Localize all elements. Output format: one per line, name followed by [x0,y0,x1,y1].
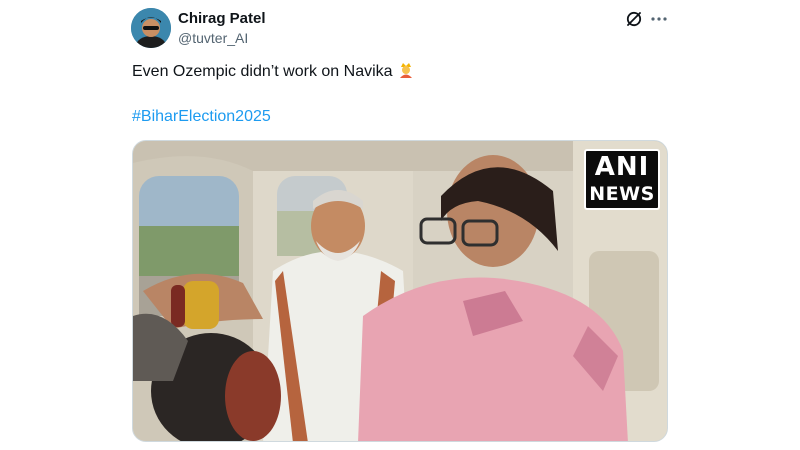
person-with-crown-emoji-icon [397,61,415,79]
grok-icon[interactable] [624,9,644,29]
more-options-icon[interactable] [649,9,669,29]
avatar-image [131,8,171,48]
media-video-frame[interactable]: ANI NEWS [132,140,668,442]
author-display-name[interactable]: Chirag Patel [178,10,266,28]
hashtag-link[interactable]: #BiharElection2025 [132,106,271,128]
watermark-line-2: NEWS [589,183,655,205]
tweet: Chirag Patel @tuvter_AI Even Ozempic did… [0,0,800,450]
watermark-line-1: ANI [594,152,650,182]
author-handle[interactable]: @tuvter_AI [178,30,248,47]
avatar[interactable] [131,8,171,48]
tweet-text: Even Ozempic didn’t work on Navika [132,61,415,83]
tweet-text-content: Even Ozempic didn’t work on Navika [132,63,393,80]
ani-news-watermark: ANI NEWS [584,149,660,210]
